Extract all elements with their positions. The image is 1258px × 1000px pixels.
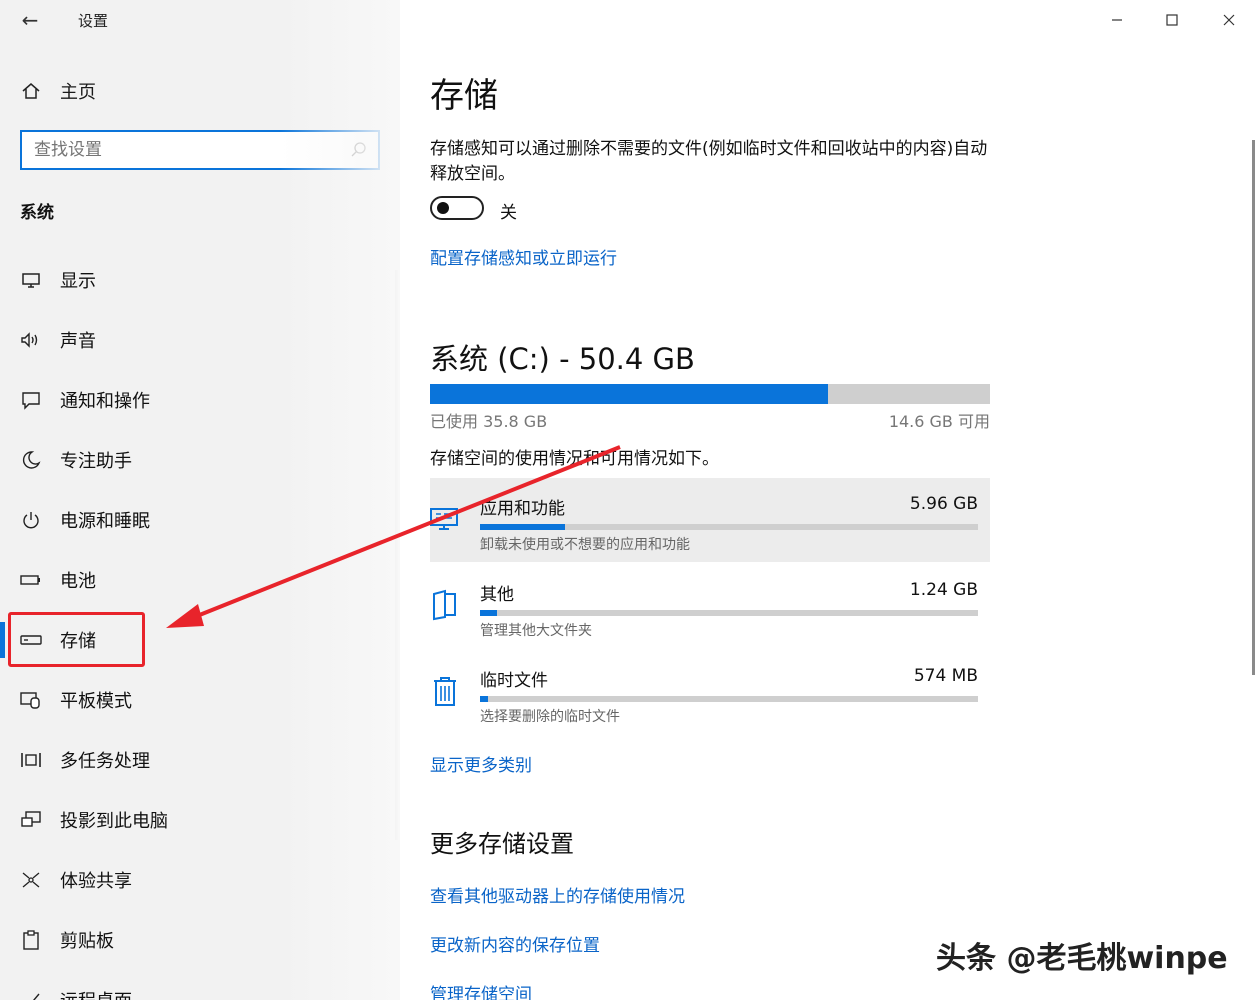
drive-title: 系统 (C:) - 50.4 GB (430, 342, 695, 376)
sidebar-item-label: 声音 (60, 331, 96, 352)
category-usage-bar (480, 696, 978, 702)
manage-storage-spaces-link[interactable]: 管理存储空间 (430, 980, 532, 1000)
app-title: 设置 (78, 12, 109, 30)
sidebar-item-label: 远程桌面 (60, 987, 132, 1000)
show-more-categories-link[interactable]: 显示更多类别 (430, 751, 532, 776)
storage-sense-description: 存储感知可以通过删除不需要的文件(例如临时文件和回收站中的内容)自动释放空间。 (430, 139, 988, 184)
search-icon[interactable] (350, 141, 368, 159)
sidebar-item-tablet-mode[interactable]: 平板模式 (0, 670, 400, 730)
share-icon (20, 869, 42, 891)
sidebar-item-remote-desktop[interactable]: 远程桌面 (0, 970, 400, 1000)
battery-icon (20, 569, 42, 591)
sidebar-item-focus-assist[interactable]: 专注助手 (0, 430, 400, 490)
category-name: 其他 (480, 585, 514, 605)
sidebar-item-label: 电源和睡眠 (60, 511, 150, 532)
speaker-icon (20, 329, 42, 351)
sidebar-item-label: 电池 (60, 571, 96, 592)
sidebar-item-power-sleep[interactable]: 电源和睡眠 (0, 490, 400, 550)
category-size: 5.96 GB (909, 494, 978, 514)
sidebar-item-label: 显示 (60, 271, 96, 292)
sidebar-item-label: 体验共享 (60, 871, 132, 892)
category-subtitle: 卸载未使用或不想要的应用和功能 (480, 537, 690, 553)
change-save-location-link[interactable]: 更改新内容的保存位置 (430, 931, 600, 956)
category-name: 应用和功能 (480, 499, 565, 519)
sidebar-item-label: 通知和操作 (60, 391, 150, 412)
category-usage-bar (480, 610, 978, 616)
category-size: 574 MB (913, 666, 978, 686)
category-temp-files[interactable]: 临时文件 574 MB 选择要删除的临时文件 (430, 650, 990, 734)
sidebar-item-display[interactable]: 显示 (0, 250, 400, 310)
multitask-icon (20, 749, 42, 771)
power-icon (20, 509, 42, 531)
home-icon (20, 80, 42, 102)
drive-free-label: 14.6 GB 可用 (888, 412, 990, 431)
configure-storage-sense-link[interactable]: 配置存储感知或立即运行 (430, 244, 617, 269)
main-content: 存储 存储感知可以通过删除不需要的文件(例如临时文件和回收站中的内容)自动释放空… (430, 0, 1230, 1000)
drive-used-label: 已使用 35.8 GB (430, 412, 548, 431)
usage-description: 存储空间的使用情况和可用情况如下。 (430, 449, 719, 469)
watermark: 头条 @老毛桃winpe (936, 941, 1228, 976)
home-nav-item[interactable]: 主页 (20, 78, 96, 104)
sidebar-item-label: 平板模式 (60, 691, 132, 712)
titlebar-left: ← 设置 (0, 0, 400, 40)
page-title: 存储 (430, 76, 498, 116)
category-name: 临时文件 (480, 671, 548, 691)
sidebar-item-label: 专注助手 (60, 451, 132, 472)
display-icon (20, 269, 42, 291)
sidebar-item-sound[interactable]: 声音 (0, 310, 400, 370)
clipboard-icon (20, 929, 42, 951)
category-apps-features[interactable]: 应用和功能 5.96 GB 卸载未使用或不想要的应用和功能 (430, 478, 990, 562)
view-other-drives-link[interactable]: 查看其他驱动器上的存储使用情况 (430, 882, 685, 907)
project-icon (20, 809, 42, 831)
toggle-knob (437, 202, 449, 214)
sidebar-item-notifications[interactable]: 通知和操作 (0, 370, 400, 430)
sidebar-item-label: 剪贴板 (60, 931, 114, 952)
sidebar-item-project-to-pc[interactable]: 投影到此电脑 (0, 790, 400, 850)
category-subtitle: 选择要删除的临时文件 (480, 709, 620, 725)
category-usage-fill (480, 524, 565, 530)
back-arrow-icon[interactable]: ← (16, 8, 44, 32)
sidebar-item-label: 多任务处理 (60, 751, 150, 772)
trash-icon (430, 674, 460, 708)
sidebar-item-battery[interactable]: 电池 (0, 550, 400, 610)
drive-usage-fill (430, 384, 828, 404)
sidebar: ← 设置 主页 系统 显示 声音 通知和操作 专注助手 (0, 0, 400, 1000)
remote-icon (20, 989, 42, 1000)
search-box[interactable] (20, 130, 380, 170)
category-usage-fill (480, 610, 498, 616)
sidebar-scrollbar[interactable] (395, 270, 398, 840)
sidebar-item-clipboard[interactable]: 剪贴板 (0, 910, 400, 970)
category-usage-fill (480, 696, 488, 702)
folder-icon (430, 588, 460, 622)
drive-usage-bar (430, 384, 990, 404)
main-scrollbar[interactable] (1252, 140, 1255, 675)
search-input[interactable] (34, 138, 344, 162)
moon-icon (20, 449, 42, 471)
sidebar-item-shared-experiences[interactable]: 体验共享 (0, 850, 400, 910)
storage-sense-toggle[interactable] (430, 196, 484, 220)
toggle-state-label: 关 (500, 203, 517, 223)
section-label-system: 系统 (20, 203, 54, 223)
category-size: 1.24 GB (909, 580, 978, 600)
more-storage-settings-title: 更多存储设置 (430, 830, 574, 858)
category-other[interactable]: 其他 1.24 GB 管理其他大文件夹 (430, 564, 990, 648)
category-subtitle: 管理其他大文件夹 (480, 623, 592, 639)
sidebar-item-label: 投影到此电脑 (60, 811, 168, 832)
category-usage-bar (480, 524, 978, 530)
tablet-icon (20, 689, 42, 711)
home-label: 主页 (60, 82, 96, 103)
apps-icon (430, 502, 460, 536)
notification-icon (20, 389, 42, 411)
sidebar-item-multitasking[interactable]: 多任务处理 (0, 730, 400, 790)
annotation-highlight-box (8, 612, 145, 667)
